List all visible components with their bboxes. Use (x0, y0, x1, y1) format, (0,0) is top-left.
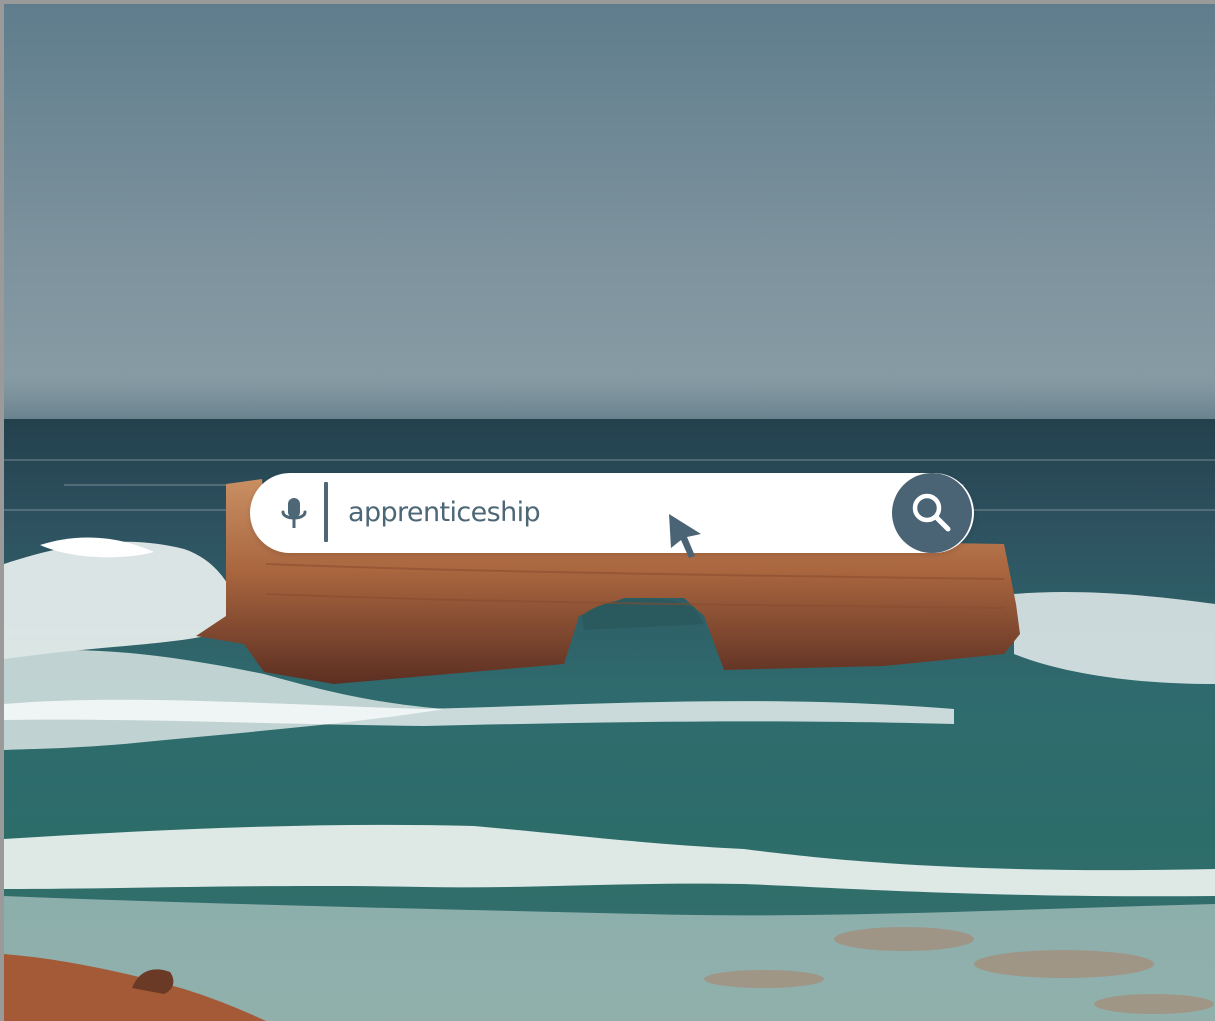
screenshot-frame: apprenticeship (4, 4, 1215, 1021)
arrow-cursor-icon (669, 514, 701, 558)
horizon-haze (4, 374, 1215, 420)
search-input[interactable]: apprenticeship (348, 489, 541, 537)
sky (4, 4, 1215, 420)
microphone-icon[interactable] (274, 493, 314, 533)
search-icon (912, 493, 951, 532)
search-bar: apprenticeship (250, 473, 974, 553)
search-button[interactable] (892, 473, 972, 553)
input-divider (324, 482, 328, 542)
